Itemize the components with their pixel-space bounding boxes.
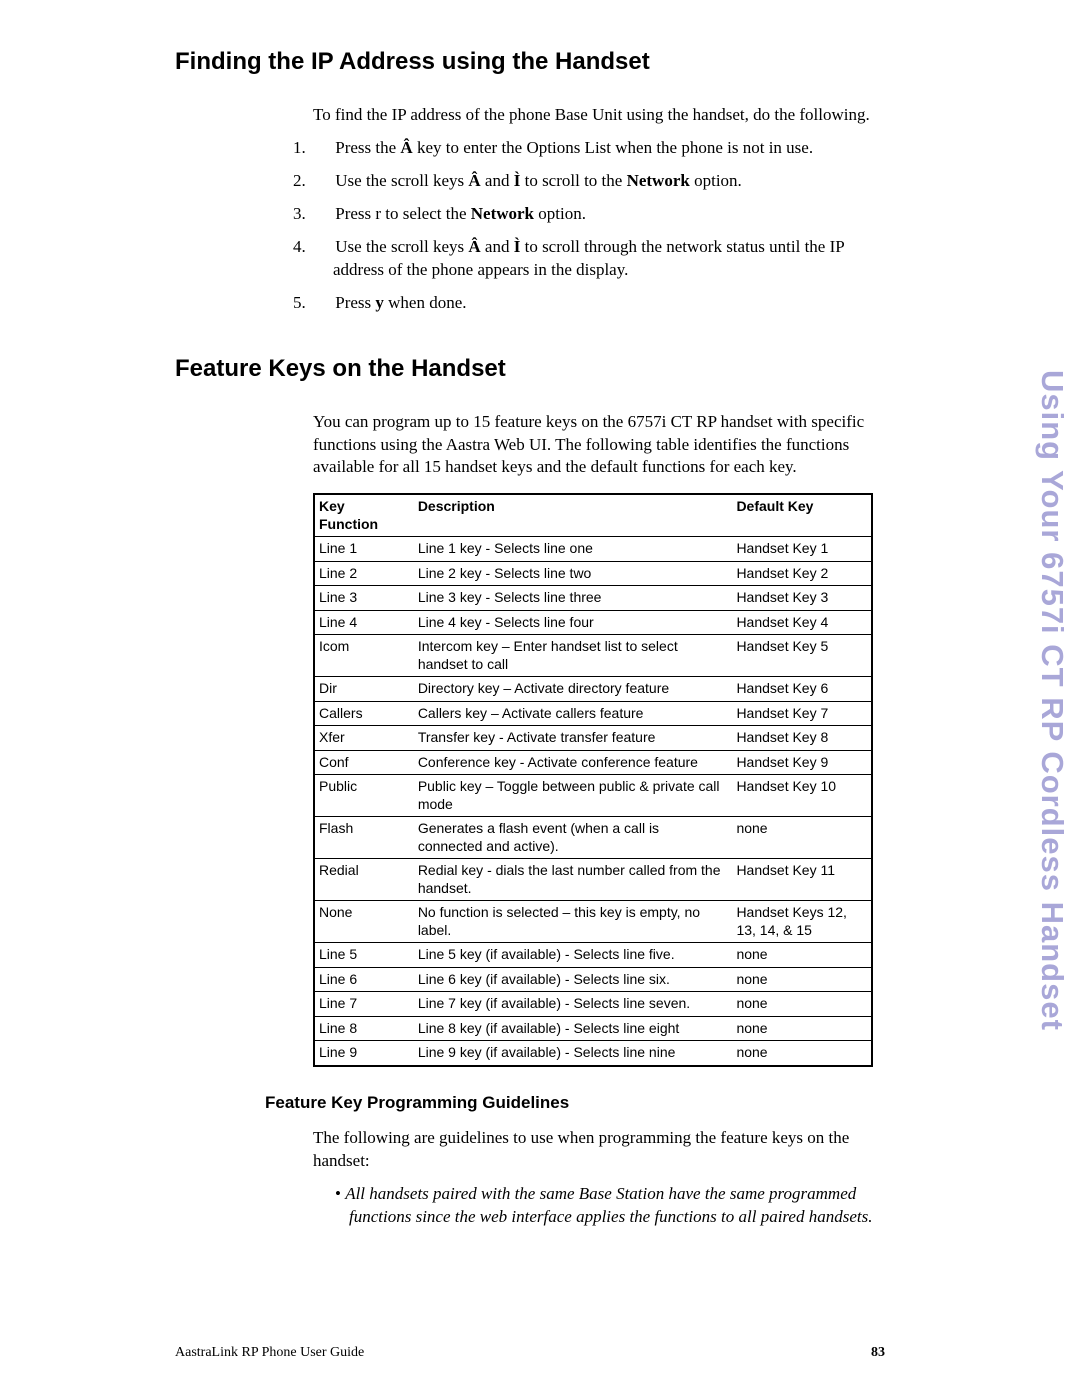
page-footer: AastraLink RP Phone User Guide 83: [175, 1345, 885, 1361]
table-row: Line 1Line 1 key - Selects line oneHands…: [314, 537, 872, 562]
footer-page-number: 83: [871, 1345, 885, 1361]
subsection-heading-guidelines: Feature Key Programming Guidelines: [265, 1093, 873, 1113]
cell-description: Public key – Toggle between public & pri…: [414, 775, 733, 817]
cell-description: Line 6 key (if available) - Selects line…: [414, 967, 733, 992]
table-row: PublicPublic key – Toggle between public…: [314, 775, 872, 817]
cell-key-function: Redial: [314, 859, 414, 901]
step-item: 4. Use the scroll keys Â and Ì to scroll…: [313, 236, 873, 282]
step-item: 1. Press the Â key to enter the Options …: [313, 137, 873, 160]
table-row: Line 4Line 4 key - Selects line fourHand…: [314, 610, 872, 635]
cell-key-function: Line 2: [314, 561, 414, 586]
cell-description: Line 1 key - Selects line one: [414, 537, 733, 562]
cell-key-function: Conf: [314, 750, 414, 775]
steps-list: 1. Press the Â key to enter the Options …: [313, 137, 873, 315]
cell-key-function: Line 5: [314, 943, 414, 968]
table-row: CallersCallers key – Activate callers fe…: [314, 701, 872, 726]
step-item: 3. Press r to select the Network option.: [313, 203, 873, 226]
table-row: ConfConference key - Activate conference…: [314, 750, 872, 775]
footer-guide-title: AastraLink RP Phone User Guide: [175, 1345, 364, 1361]
cell-default-key: Handset Key 6: [732, 677, 872, 702]
cell-description: Line 5 key (if available) - Selects line…: [414, 943, 733, 968]
side-tab-title: Using Your 6757i CT RP Cordless Handset: [1035, 370, 1068, 1031]
page-content: Finding the IP Address using the Handset…: [175, 48, 873, 1229]
table-row: Line 6Line 6 key (if available) - Select…: [314, 967, 872, 992]
step-item: 2. Use the scroll keys Â and Ì to scroll…: [313, 170, 873, 193]
cell-key-function: Line 8: [314, 1016, 414, 1041]
table-row: Line 9Line 9 key (if available) - Select…: [314, 1041, 872, 1066]
cell-key-function: Icom: [314, 635, 414, 677]
cell-description: Line 8 key (if available) - Selects line…: [414, 1016, 733, 1041]
cell-description: Line 4 key - Selects line four: [414, 610, 733, 635]
table-row: Line 3Line 3 key - Selects line threeHan…: [314, 586, 872, 611]
cell-default-key: none: [732, 992, 872, 1017]
th-default-key: Default Key: [732, 494, 872, 537]
cell-default-key: Handset Key 4: [732, 610, 872, 635]
cell-description: Line 7 key (if available) - Selects line…: [414, 992, 733, 1017]
cell-description: Generates a flash event (when a call is …: [414, 817, 733, 859]
cell-key-function: Line 4: [314, 610, 414, 635]
cell-key-function: Callers: [314, 701, 414, 726]
table-row: Line 2Line 2 key - Selects line twoHands…: [314, 561, 872, 586]
cell-default-key: none: [732, 967, 872, 992]
table-row: Line 7Line 7 key (if available) - Select…: [314, 992, 872, 1017]
cell-default-key: Handset Key 3: [732, 586, 872, 611]
feature-keys-table: KeyFunction Description Default Key Line…: [313, 493, 873, 1067]
cell-key-function: Line 3: [314, 586, 414, 611]
table-header-row: KeyFunction Description Default Key: [314, 494, 872, 537]
cell-description: Callers key – Activate callers feature: [414, 701, 733, 726]
table-row: NoneNo function is selected – this key i…: [314, 901, 872, 943]
cell-key-function: Public: [314, 775, 414, 817]
cell-default-key: none: [732, 817, 872, 859]
table-row: XferTransfer key - Activate transfer fea…: [314, 726, 872, 751]
cell-description: Line 3 key - Selects line three: [414, 586, 733, 611]
cell-default-key: Handset Key 2: [732, 561, 872, 586]
cell-key-function: Dir: [314, 677, 414, 702]
cell-key-function: None: [314, 901, 414, 943]
th-description: Description: [414, 494, 733, 537]
table-row: DirDirectory key – Activate directory fe…: [314, 677, 872, 702]
cell-default-key: none: [732, 943, 872, 968]
cell-description: Line 2 key - Selects line two: [414, 561, 733, 586]
section-heading-feature-keys: Feature Keys on the Handset: [175, 355, 873, 383]
cell-description: Intercom key – Enter handset list to sel…: [414, 635, 733, 677]
cell-default-key: Handset Key 5: [732, 635, 872, 677]
cell-default-key: Handset Key 7: [732, 701, 872, 726]
cell-description: Transfer key - Activate transfer feature: [414, 726, 733, 751]
table-row: RedialRedial key - dials the last number…: [314, 859, 872, 901]
section1-intro: To find the IP address of the phone Base…: [313, 104, 873, 127]
cell-key-function: Line 6: [314, 967, 414, 992]
cell-description: Conference key - Activate conference fea…: [414, 750, 733, 775]
cell-description: Line 9 key (if available) - Selects line…: [414, 1041, 733, 1066]
cell-default-key: none: [732, 1041, 872, 1066]
cell-key-function: Line 9: [314, 1041, 414, 1066]
cell-default-key: Handset Keys 12, 13, 14, & 15: [732, 901, 872, 943]
cell-default-key: Handset Key 9: [732, 750, 872, 775]
th-key-function: KeyFunction: [314, 494, 414, 537]
cell-default-key: Handset Key 1: [732, 537, 872, 562]
cell-default-key: Handset Key 11: [732, 859, 872, 901]
cell-description: Directory key – Activate directory featu…: [414, 677, 733, 702]
bullet-item: All handsets paired with the same Base S…: [335, 1183, 873, 1229]
guidelines-bullets: All handsets paired with the same Base S…: [335, 1183, 873, 1229]
step-item: 5. Press y when done.: [313, 292, 873, 315]
cell-default-key: Handset Key 10: [732, 775, 872, 817]
table-row: Line 5Line 5 key (if available) - Select…: [314, 943, 872, 968]
cell-key-function: Xfer: [314, 726, 414, 751]
table-row: IcomIntercom key – Enter handset list to…: [314, 635, 872, 677]
table-row: FlashGenerates a flash event (when a cal…: [314, 817, 872, 859]
cell-default-key: Handset Key 8: [732, 726, 872, 751]
cell-description: Redial key - dials the last number calle…: [414, 859, 733, 901]
table-row: Line 8Line 8 key (if available) - Select…: [314, 1016, 872, 1041]
cell-default-key: none: [732, 1016, 872, 1041]
cell-key-function: Flash: [314, 817, 414, 859]
guidelines-intro: The following are guidelines to use when…: [313, 1127, 873, 1173]
cell-key-function: Line 7: [314, 992, 414, 1017]
section-heading-ip: Finding the IP Address using the Handset: [175, 48, 873, 76]
cell-key-function: Line 1: [314, 537, 414, 562]
section2-intro: You can program up to 15 feature keys on…: [313, 411, 873, 480]
cell-description: No function is selected – this key is em…: [414, 901, 733, 943]
